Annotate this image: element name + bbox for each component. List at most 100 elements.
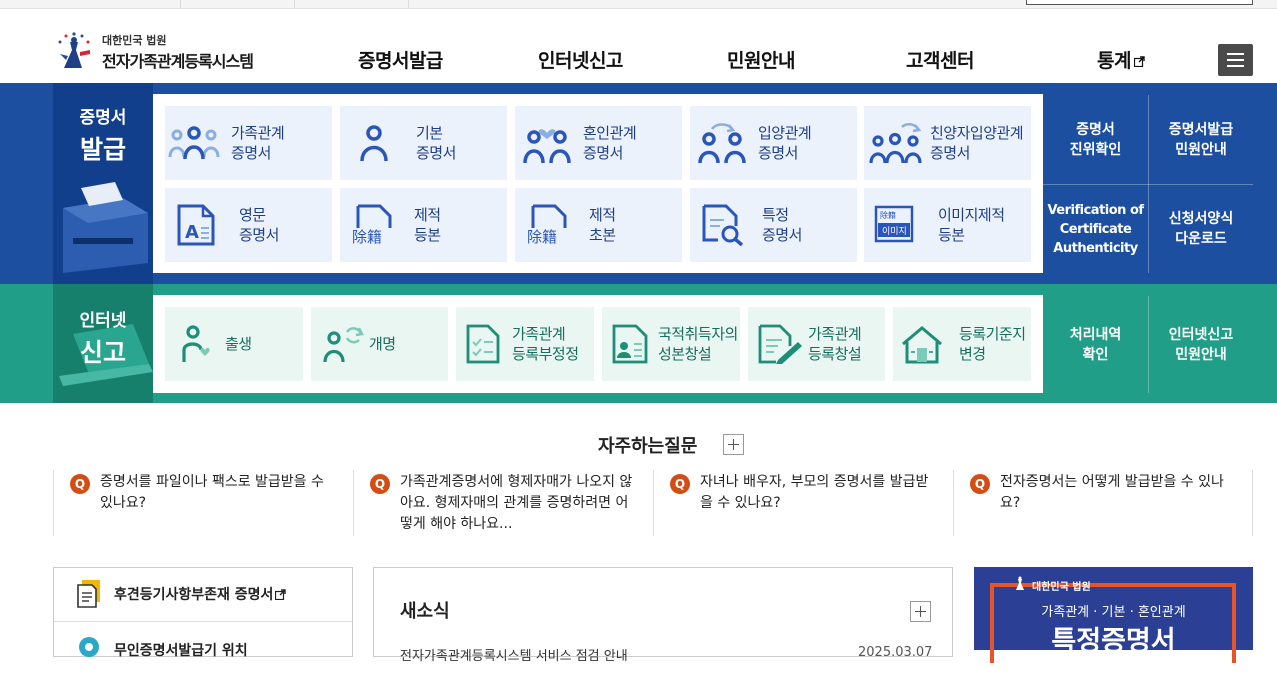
report-title-line1: 인터넷 <box>79 311 127 331</box>
verification-english-link[interactable]: Verification of Certificate Authenticity <box>1043 185 1148 273</box>
question-badge: Q <box>370 474 390 494</box>
card-label: 입양관계 증명서 <box>758 124 812 162</box>
faq-more-button[interactable] <box>723 434 744 455</box>
nav-statistics[interactable]: 통계 <box>1097 46 1145 73</box>
checklist-icon <box>466 324 500 364</box>
court-emblem-icon <box>58 32 90 68</box>
image-glyph-bottom: 이미지 <box>882 226 907 237</box>
card-removed-copy[interactable]: 除籍 제적 등본 <box>340 188 507 262</box>
faq-item-text: 증명서를 파일이나 팩스로 발급받을 수 있나요? <box>100 474 324 511</box>
card-base-change[interactable]: 등록기준지 변경 <box>893 307 1031 381</box>
document-icon <box>77 580 100 608</box>
card-specific[interactable]: 특정 증명서 <box>690 188 857 262</box>
report-section: 인터넷 신고 출생 개명 가족관계 등록부정정 국적취득자의 성본창설 가족관계… <box>0 284 1277 403</box>
specific-certificate-banner[interactable]: 대한민국 법원 가족관계 · 기본 · 혼인관계 특정증명서 <box>974 567 1253 663</box>
card-label: 제적 초본 <box>589 206 616 244</box>
card-label: 가족관계 등록부정정 <box>512 325 579 363</box>
card-nationality[interactable]: 국적취득자의 성본창설 <box>602 307 740 381</box>
card-english[interactable]: A 영문 증명서 <box>165 188 332 262</box>
news-title: 새소식 <box>400 601 450 622</box>
banner-court: 대한민국 법원 <box>1032 582 1091 593</box>
removed-glyph: 除籍 <box>352 228 382 246</box>
card-birth[interactable]: 출생 <box>165 307 303 381</box>
banner-line1: 가족관계 · 기본 · 혼인관계 <box>1041 605 1186 620</box>
hamburger-icon-bar <box>1227 59 1244 61</box>
nav-internet-report[interactable]: 인터넷신고 <box>538 46 623 73</box>
banner-line2: 특정증명서 <box>1051 626 1176 657</box>
removed-glyph: 除籍 <box>527 228 557 246</box>
faq-item[interactable]: Q 가족관계증명서에 형제자매가 나오지 않아요. 형제자매의 관계를 증명하려… <box>353 470 653 536</box>
quick-guardianship-link[interactable]: 후견등기사항부존재 증명서 <box>54 567 352 622</box>
question-badge: Q <box>670 474 690 494</box>
news-box <box>373 567 953 657</box>
search-input[interactable] <box>1026 0 1253 5</box>
full-adoption-icon <box>869 123 922 164</box>
utility-divider <box>180 0 181 8</box>
news-more-button[interactable] <box>910 601 931 622</box>
card-label: 기본 증명서 <box>416 124 456 162</box>
external-link-icon <box>275 588 287 600</box>
faq-item-text: 전자증명서는 어떻게 발급받을 수 있나요? <box>1000 474 1224 511</box>
magnifier-document-icon <box>702 204 744 246</box>
nav-customer-center[interactable]: 고객센터 <box>906 46 974 73</box>
utility-divider <box>408 0 409 8</box>
certificate-section: 증명서 발급 가족관계 증명서 기본 증명서 혼인관계 증명서 입양관계 증명서 <box>0 83 1277 284</box>
card-image-register[interactable]: 除籍 이미지 이미지제적 등본 <box>864 188 1031 262</box>
news-item-title: 전자가족관계등록시스템 서비스 점검 안내 <box>400 649 628 664</box>
removed-register-copy-icon: 除籍 <box>352 204 392 246</box>
report-history-link[interactable]: 처리내역 확인 <box>1043 296 1148 393</box>
register-create-icon <box>758 324 802 364</box>
person-icon <box>360 125 388 162</box>
faq-title: 자주하는질문 <box>598 436 698 457</box>
news-item[interactable]: 전자가족관계등록시스템 서비스 점검 안내 <box>400 645 700 664</box>
certificate-title: 증명서 발급 <box>53 103 153 166</box>
family-icon <box>168 126 220 160</box>
hamburger-icon <box>1227 53 1244 55</box>
top-utility-bar <box>0 0 1277 9</box>
card-register-create[interactable]: 가족관계 등록창설 <box>748 307 885 381</box>
report-title: 인터넷 신고 <box>53 306 153 369</box>
card-label: 혼인관계 증명서 <box>583 124 637 162</box>
card-rename[interactable]: 개명 <box>311 307 448 381</box>
logo-subtitle: 대한민국 법원 <box>102 34 167 47</box>
card-removed-extract[interactable]: 除籍 제적 초본 <box>515 188 682 262</box>
card-full-adoption[interactable]: 친양자입양관계 증명서 <box>864 106 1031 180</box>
printer-icon <box>63 182 148 273</box>
form-download-link[interactable]: 신청서양식 다운로드 <box>1149 185 1253 273</box>
card-marriage[interactable]: 혼인관계 증명서 <box>515 106 682 180</box>
birth-icon <box>182 325 210 362</box>
card-adoption[interactable]: 입양관계 증명서 <box>690 106 857 180</box>
nationality-icon <box>612 324 648 364</box>
card-label: 가족관계 증명서 <box>231 124 285 162</box>
nav-certificate[interactable]: 증명서발급 <box>358 46 443 73</box>
logo-title: 전자가족관계등록시스템 <box>102 52 254 71</box>
card-family-relation[interactable]: 가족관계 증명서 <box>165 106 332 180</box>
nav-civil-guide[interactable]: 민원안내 <box>727 46 795 73</box>
certificate-verify-link[interactable]: 증명서 진위확인 <box>1043 95 1148 184</box>
house-icon <box>902 326 942 364</box>
couple-heart-icon <box>523 129 571 164</box>
removed-register-extract-icon: 除籍 <box>527 204 567 246</box>
news-item-date: 2025.03.07 <box>858 645 933 660</box>
faq-item-text: 자녀나 배우자, 부모의 증명서를 발급받을 수 있나요? <box>700 474 929 511</box>
card-correction[interactable]: 가족관계 등록부정정 <box>456 307 594 381</box>
card-label: 등록기준지 변경 <box>959 325 1026 363</box>
card-basic[interactable]: 기본 증명서 <box>340 106 507 180</box>
report-civil-guide-link[interactable]: 인터넷신고 민원안내 <box>1149 296 1253 393</box>
english-glyph: A <box>185 222 199 243</box>
question-badge: Q <box>70 474 90 494</box>
faq-item[interactable]: Q 전자증명서는 어떻게 발급받을 수 있나요? <box>953 470 1253 536</box>
english-document-icon: A <box>177 204 215 246</box>
card-label: 가족관계 등록창설 <box>808 325 862 363</box>
card-label: 이미지제적 등본 <box>938 206 1005 244</box>
menu-button[interactable] <box>1218 44 1253 76</box>
header: 대한민국 법원 전자가족관계등록시스템 증명서발급 인터넷신고 민원안내 고객센… <box>0 9 1277 83</box>
rename-icon <box>323 327 364 363</box>
site-logo[interactable]: 대한민국 법원 전자가족관계등록시스템 <box>52 28 282 72</box>
faq-item[interactable]: Q 증명서를 파일이나 팩스로 발급받을 수 있나요? <box>53 470 353 536</box>
report-title-line2: 신고 <box>79 338 126 367</box>
certificate-civil-guide-link[interactable]: 증명서발급 민원안내 <box>1149 95 1253 184</box>
faq-item-text: 가족관계증명서에 형제자매가 나오지 않아요. 형제자매의 관계를 증명하려면 … <box>400 474 633 532</box>
certificate-title-line2: 발급 <box>79 135 126 164</box>
faq-item[interactable]: Q 자녀나 배우자, 부모의 증명서를 발급받을 수 있나요? <box>653 470 953 536</box>
